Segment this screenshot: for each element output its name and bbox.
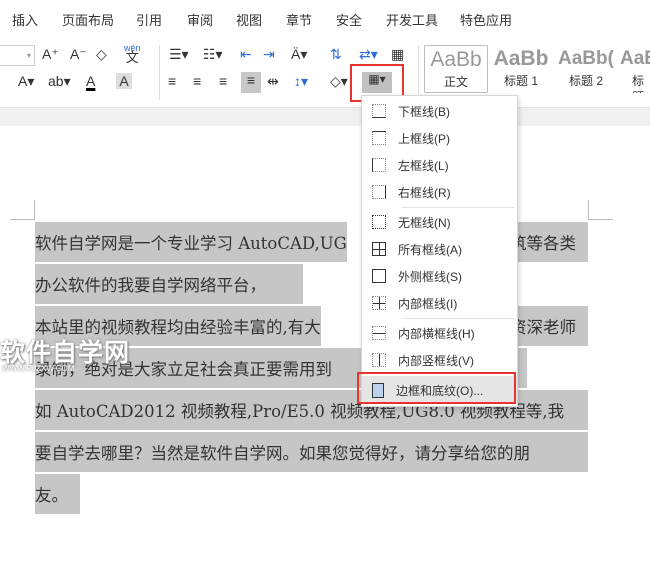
tab-developer[interactable]: 开发工具 — [386, 10, 438, 29]
menu-label: 上框线(P) — [398, 131, 450, 146]
distribute-icon[interactable]: ⇹ — [267, 73, 279, 90]
borders-dropdown-menu: 下框线(B) 上框线(P) 左框线(L) 右框线(R) 无框线(N) 所有框线(… — [361, 95, 518, 407]
inside-borders-icon — [372, 296, 386, 310]
tab-chapter[interactable]: 章节 — [286, 10, 312, 29]
doc-line-end[interactable]: 筑等各类 — [510, 222, 588, 262]
doc-line[interactable]: 办公软件的我要自学网络平台， — [35, 264, 303, 304]
ribbon: 插入 页面布局 引用 审阅 视图 章节 安全 开发工具 特色应用 ▾ A⁺ A⁻… — [0, 0, 650, 108]
page-gap — [0, 108, 650, 126]
menu-label: 内部横框线(H) — [398, 326, 475, 341]
sort-icon[interactable]: ⇅ — [330, 46, 342, 63]
decrease-indent-icon[interactable]: ⇤ — [240, 46, 252, 63]
inside-horizontal-border-icon — [372, 326, 386, 340]
doc-line-end[interactable]: 资深老师 — [510, 306, 588, 346]
menu-item-inside-horizontal[interactable]: 内部横框线(H) — [362, 320, 517, 346]
doc-line[interactable]: 友。 — [35, 474, 80, 514]
font-color-icon[interactable]: A — [86, 73, 95, 89]
menu-label: 内部框线(I) — [398, 296, 458, 311]
no-border-icon — [372, 215, 386, 229]
tab-review[interactable]: 审阅 — [187, 10, 213, 29]
tab-references[interactable]: 引用 — [136, 10, 162, 29]
watermark-url: WWW.RJZXW.COM — [2, 364, 75, 373]
numbering-icon[interactable]: ☷▾ — [203, 46, 223, 63]
line-break-icon[interactable]: ⇄▾ — [359, 46, 378, 63]
all-borders-icon — [372, 242, 386, 256]
menu-item-top-border[interactable]: 上框线(P) — [362, 125, 517, 151]
menu-item-inside-borders[interactable]: 内部框线(I) — [362, 290, 517, 316]
style-heading-1[interactable]: AaBb 标题 1 — [490, 45, 552, 93]
doc-line[interactable]: 软件自学网是一个专业学习 AutoCAD,UG — [35, 222, 347, 262]
shrink-font-icon[interactable]: A⁻ — [70, 46, 87, 63]
align-right-icon[interactable]: ≡ — [219, 73, 227, 89]
top-border-icon — [372, 131, 386, 145]
clear-format-icon[interactable]: ◇ — [96, 46, 107, 63]
left-border-icon — [372, 158, 386, 172]
grow-font-icon[interactable]: A⁺ — [42, 46, 59, 63]
menu-label: 所有框线(A) — [398, 242, 462, 257]
menu-item-left-border[interactable]: 左框线(L) — [362, 152, 517, 178]
shading-icon[interactable]: ◇▾ — [330, 73, 348, 90]
menu-label: 无框线(N) — [398, 215, 451, 230]
align-left-icon[interactable]: ≡ — [168, 73, 176, 89]
justify-icon[interactable]: ≡ — [241, 72, 261, 93]
tab-security[interactable]: 安全 — [336, 10, 362, 29]
pinyin-icon[interactable]: wén 文 — [124, 44, 141, 65]
menu-item-outside-borders[interactable]: 外侧框线(S) — [362, 263, 517, 289]
tab-view[interactable]: 视图 — [236, 10, 262, 29]
menu-label: 左框线(L) — [398, 158, 449, 173]
menu-item-right-border[interactable]: 右框线(R) — [362, 179, 517, 205]
align-center-icon[interactable]: ≡ — [193, 73, 201, 89]
text-direction-icon[interactable]: Ä▾ — [291, 46, 307, 63]
menu-item-bottom-border[interactable]: 下框线(B) — [362, 98, 517, 124]
line-spacing-icon[interactable]: ↕▾ — [294, 73, 308, 90]
table-layout-icon[interactable]: ▦ — [391, 46, 404, 63]
tab-special[interactable]: 特色应用 — [460, 10, 512, 29]
style-heading-3[interactable]: AaB 标题 — [620, 45, 650, 93]
borders-shading-highlight — [357, 372, 516, 404]
tab-insert[interactable]: 插入 — [12, 10, 38, 29]
bottom-border-icon — [372, 104, 386, 118]
text-effect-icon[interactable]: A▾ — [18, 73, 34, 90]
outside-borders-icon — [372, 269, 386, 283]
menu-label: 外侧框线(S) — [398, 269, 462, 284]
style-heading-2[interactable]: AaBb( 标题 2 — [554, 45, 618, 93]
char-shading-icon[interactable]: A — [116, 73, 132, 89]
right-border-icon — [372, 185, 386, 199]
menu-item-all-borders[interactable]: 所有框线(A) — [362, 236, 517, 262]
increase-indent-icon[interactable]: ⇥ — [263, 46, 275, 63]
doc-line[interactable]: 要自学去哪里？当然是软件自学网。如果您觉得好，请分享给您的朋 — [35, 432, 588, 472]
tab-page-layout[interactable]: 页面布局 — [62, 10, 114, 29]
menu-label: 右框线(R) — [398, 185, 451, 200]
bullets-icon[interactable]: ☰▾ — [169, 46, 189, 63]
font-size-box[interactable]: ▾ — [0, 45, 35, 66]
inside-vertical-border-icon — [372, 353, 386, 367]
menu-item-inside-vertical[interactable]: 内部竖框线(V) — [362, 347, 517, 373]
menu-label: 下框线(B) — [398, 104, 450, 119]
menu-item-no-border[interactable]: 无框线(N) — [362, 209, 517, 235]
highlight-icon[interactable]: ab▾ — [48, 73, 71, 90]
style-normal[interactable]: AaBb 正文 — [424, 45, 488, 93]
menu-label: 内部竖框线(V) — [398, 353, 474, 368]
